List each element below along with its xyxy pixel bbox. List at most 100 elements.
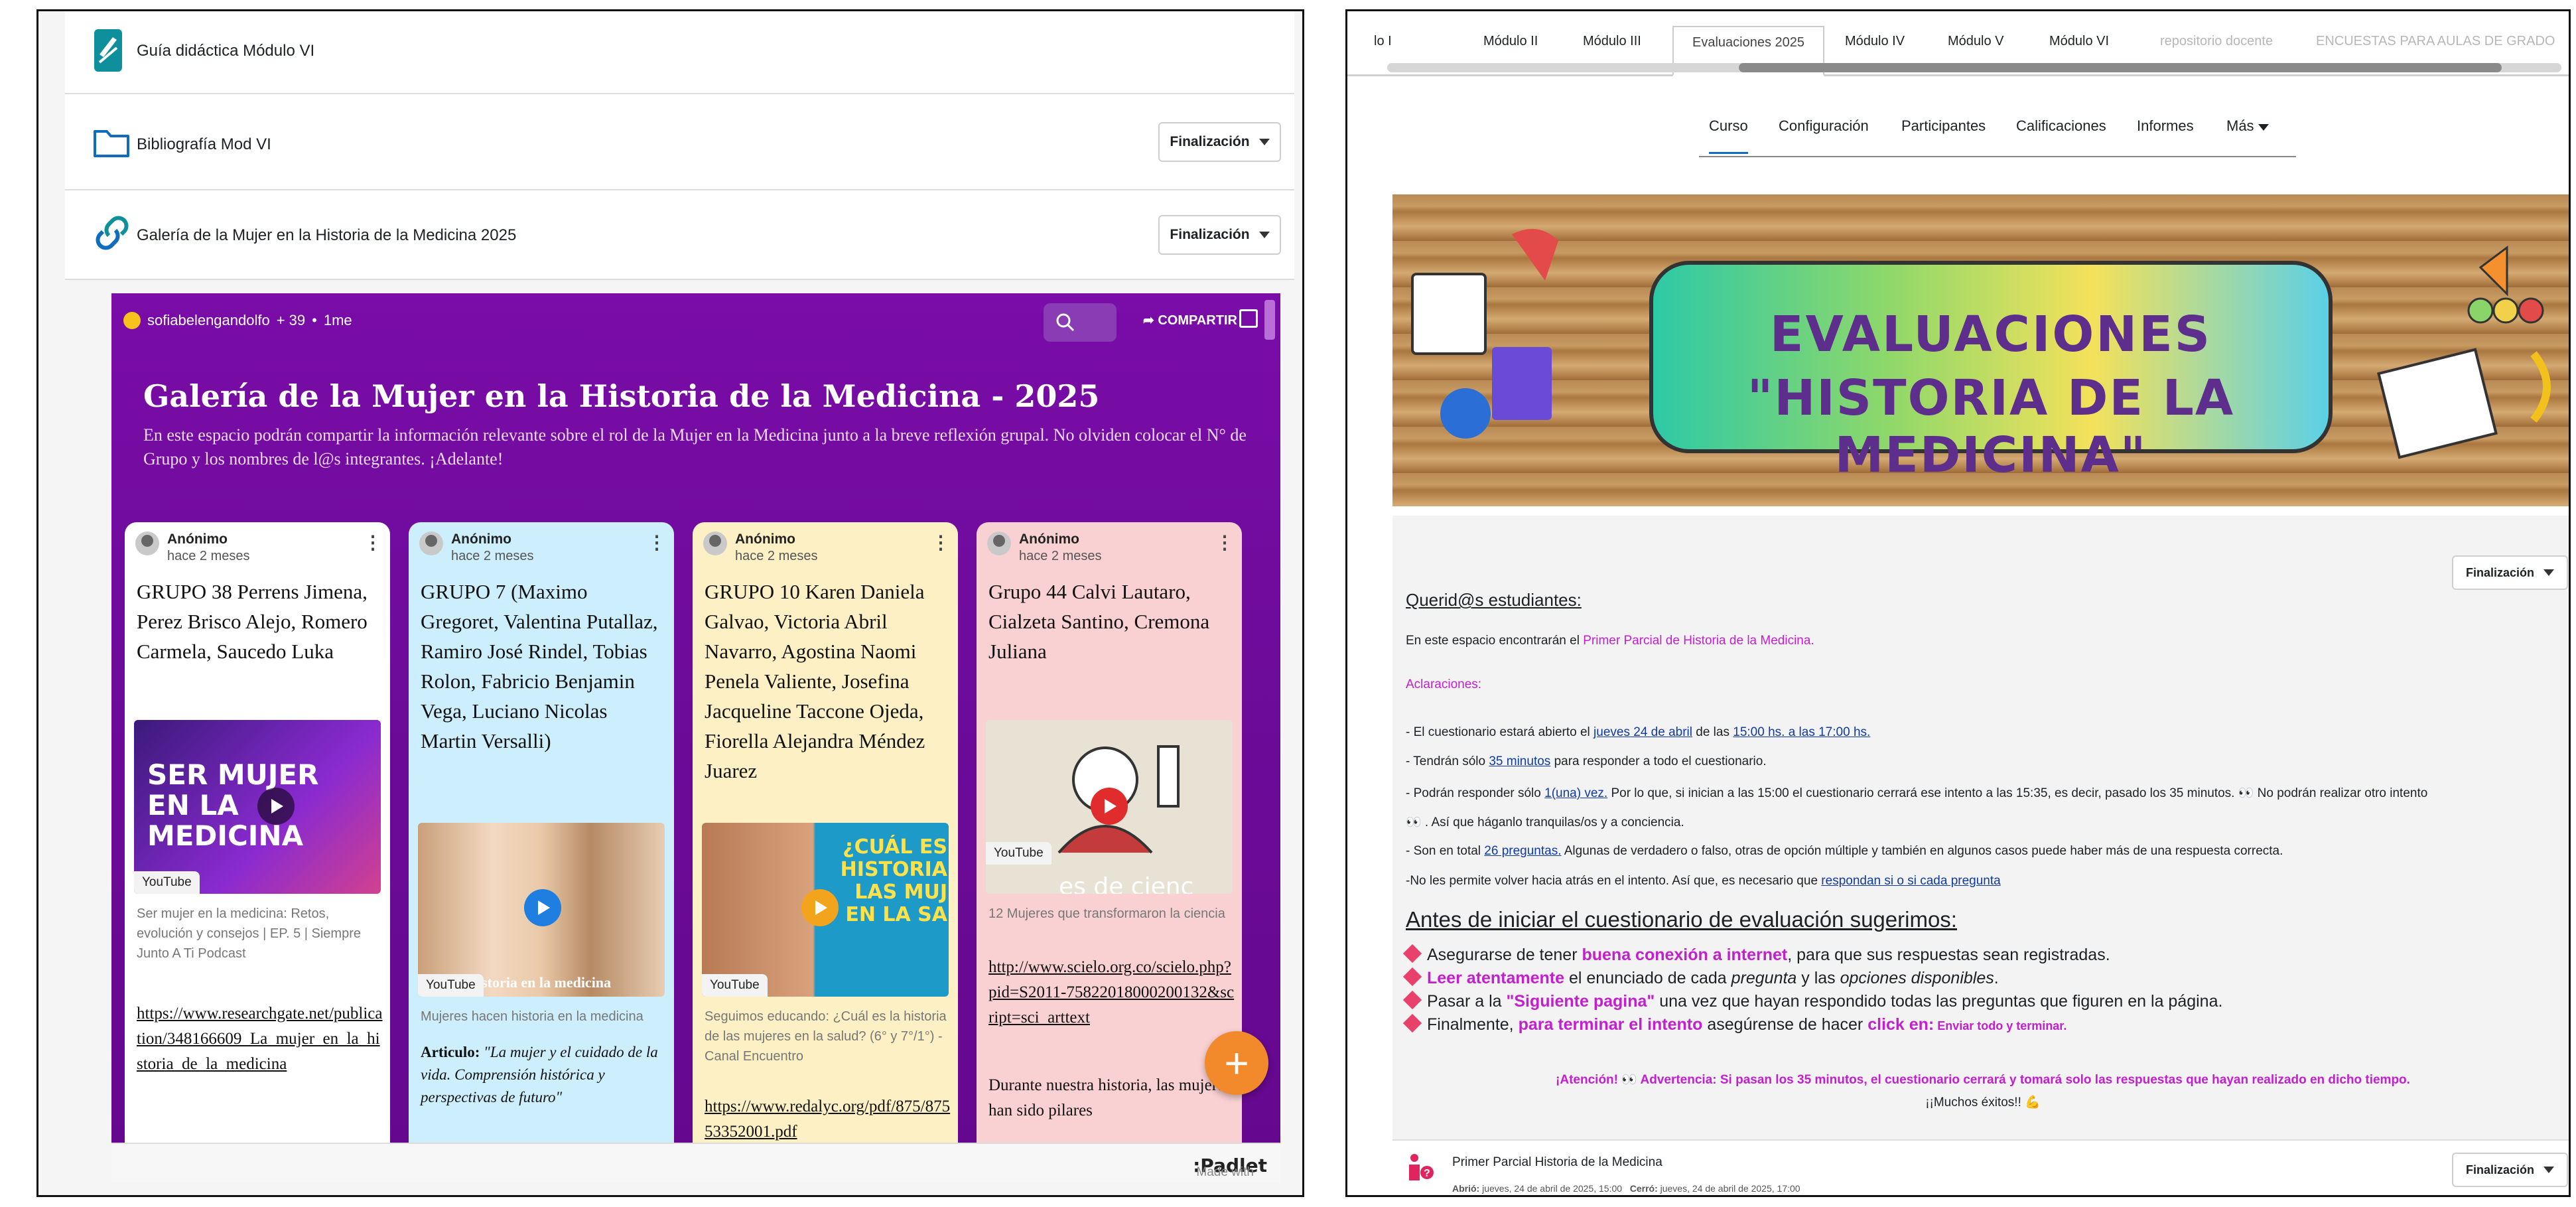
padlet-search-button[interactable] [1044, 303, 1117, 342]
add-post-button[interactable]: + [1205, 1031, 1268, 1095]
s4-a: Finalmente, [1427, 1015, 1519, 1034]
more-options-icon[interactable]: ⋮ [647, 532, 666, 553]
tab-modulo-1[interactable]: lo I [1374, 34, 1392, 49]
play-icon[interactable] [1091, 788, 1128, 825]
video-caption: Seguimos educando: ¿Cuál es la historia … [705, 1009, 947, 1064]
nav-curso[interactable]: Curso [1709, 117, 1748, 154]
rule-4-c: Algunas de verdadero o falso, otras de o… [1561, 844, 2283, 858]
s1-b: buena conexión a internet [1582, 946, 1788, 964]
s4-e: Enviar todo y terminar. [1934, 1019, 2067, 1032]
completion-dropdown[interactable]: Finalización [1158, 122, 1281, 162]
more-options-icon[interactable]: ⋮ [931, 532, 950, 553]
tabs-scrollbar-thumb[interactable] [1739, 63, 2502, 72]
activity-label[interactable]: Guía didáctica Módulo VI [137, 42, 314, 60]
owner-avatar [123, 312, 141, 329]
video-caption: Ser mujer en la medicina: Retos, evoluci… [137, 906, 361, 961]
play-icon[interactable] [257, 788, 295, 825]
caret-down-icon [1258, 139, 1270, 145]
owner-name: sofiabelengandolfo [147, 312, 270, 328]
separator-dot: • [312, 312, 317, 328]
post-author: Anónimo [451, 532, 511, 547]
subnav-divider [1699, 156, 2296, 157]
video-thumbnail[interactable]: ¿CUÁL ES HISTORIA LAS MUJ EN LA SA YouTu… [702, 823, 949, 997]
s2-f: . [1994, 969, 1999, 987]
share-button[interactable]: ➦ COMPARTIR [1143, 312, 1237, 328]
padlet-post[interactable]: Anónimo hace 2 meses ⋮ GRUPO 7 (Maximo Gr… [409, 522, 674, 1143]
banner-title-box: EVALUACIONES "HISTORIA DE LA MEDICINA" [1649, 261, 2333, 484]
play-icon[interactable] [524, 889, 561, 926]
video-caption: 12 Mujeres que transformaron la ciencia [988, 906, 1225, 921]
activity-galeria[interactable]: Galería de la Mujer en la Historia de la… [65, 190, 1294, 280]
nav-calificaciones[interactable]: Calificaciones [2016, 117, 2106, 135]
completion-dropdown[interactable]: Finalización [1158, 215, 1281, 255]
tab-encuestas[interactable]: ENCUESTAS PARA AULAS DE GRADO [2316, 34, 2555, 49]
completion-dropdown[interactable]: Finalización [2452, 1153, 2568, 1187]
rule-5-a: -No les permite volver hacia atrás en el… [1406, 874, 1822, 888]
tab-modulo-3[interactable]: Módulo III [1583, 34, 1641, 49]
tab-modulo-2[interactable]: Módulo II [1483, 34, 1538, 49]
post-author: Anónimo [1019, 532, 1079, 547]
completion-dropdown[interactable]: Finalización [2452, 555, 2568, 590]
tab-repositorio[interactable]: repositorio docente [2160, 34, 2273, 49]
avatar [703, 532, 727, 555]
video-thumbnail[interactable]: es de cienc YouTube [986, 720, 1233, 894]
nav-configuracion[interactable]: Configuración [1779, 117, 1869, 135]
post-body: Durante nuestra historia, las mujeres ha… [988, 1076, 1231, 1119]
intro-b: Primer Parcial de Historia de la Medicin… [1583, 634, 1814, 648]
article-label: Articulo: [421, 1044, 480, 1060]
nav-informes[interactable]: Informes [2137, 117, 2194, 135]
suggestion-4: Finalmente, para terminar el intento ase… [1402, 1013, 2067, 1034]
share-icon: ➦ [1143, 313, 1158, 328]
quiz-activity[interactable]: ? Primer Parcial Historia de la Medicina… [1392, 1139, 2569, 1195]
padlet-scrollbar[interactable] [1264, 300, 1275, 340]
padlet-post[interactable]: Anónimo hace 2 meses ⋮ GRUPO 38 Perrens J… [125, 522, 390, 1143]
tab-modulo-6[interactable]: Módulo VI [2049, 34, 2109, 49]
close-date: jueves, 24 de abril de 2025, 17:00 [1660, 1183, 1800, 1194]
rule-4-b: 26 preguntas. [1484, 844, 1562, 858]
banner-right-illustration [2377, 246, 2551, 459]
padlet-post[interactable]: Anónimo hace 2 meses ⋮ GRUPO 10 Karen Dan… [693, 522, 958, 1143]
activity-label[interactable]: Bibliografía Mod VI [137, 135, 271, 154]
greeting: Querid@s estudiantes: [1406, 590, 1582, 610]
more-options-icon[interactable]: ⋮ [364, 532, 382, 553]
nav-mas-label: Más [2226, 117, 2254, 134]
thumbnail-title: istoria en la medicina [478, 974, 612, 991]
caret-down-icon [2543, 569, 2555, 576]
completion-label: Finalización [1170, 227, 1250, 242]
diamond-bullet-icon [1402, 1013, 1422, 1033]
post-link[interactable]: https://www.researchgate.net/publication… [137, 1001, 383, 1077]
contributors-count: + 39 [276, 312, 306, 328]
s4-c: asegúrense de hacer [1702, 1015, 1868, 1034]
activity-guia[interactable]: Guía didáctica Módulo VI [65, 11, 1294, 94]
diamond-bullet-icon [1402, 990, 1422, 1010]
video-thumbnail[interactable]: istoria en la medicina YouTube [418, 823, 665, 997]
quiz-icon: ? [1409, 1154, 1434, 1180]
post-link[interactable]: https://www.redalyc.org/pdf/875/87553352… [705, 1094, 951, 1143]
padlet-owner[interactable]: sofiabelengandolfo + 39 • 1me [123, 312, 352, 329]
tab-modulo-4[interactable]: Módulo IV [1845, 34, 1905, 49]
open-external-icon[interactable] [1239, 309, 1258, 328]
suggestions-heading: Antes de iniciar el cuestionario de eval… [1406, 907, 1957, 932]
rule-1-b: jueves 24 de abril [1593, 725, 1692, 739]
aclaraciones-heading: Aclaraciones: [1406, 677, 1482, 691]
nav-mas[interactable]: Más [2226, 117, 2269, 135]
play-icon[interactable] [801, 889, 839, 926]
rule-2-a: - Tendrán sólo [1406, 754, 1489, 768]
s1-a: Asegurarse de tener [1427, 946, 1582, 964]
activity-label[interactable]: Galería de la Mujer en la Historia de la… [137, 226, 516, 245]
rule-4-a: - Son en total [1406, 844, 1485, 858]
more-options-icon[interactable]: ⋮ [1215, 532, 1234, 553]
video-thumbnail[interactable]: SER MUJER EN LA MEDICINA YouTube [134, 720, 381, 894]
rule-1-d: 15:00 hs. a las 17:00 hs. [1733, 725, 1871, 739]
thumbnail-title: es de cienc [1059, 873, 1194, 894]
rule-1-c: de las [1692, 725, 1733, 739]
search-icon [1056, 313, 1075, 332]
padlet-post[interactable]: Anónimo hace 2 meses ⋮ Grupo 44 Calvi Lau… [977, 522, 1242, 1143]
activity-bibliografia[interactable]: Bibliografía Mod VI Finalización [65, 94, 1294, 190]
caret-down-icon [2258, 124, 2269, 131]
nav-participantes[interactable]: Participantes [1901, 117, 1986, 135]
tab-modulo-5[interactable]: Módulo V [1948, 34, 2004, 49]
quiz-title[interactable]: Primer Parcial Historia de la Medicina [1452, 1155, 1662, 1170]
padlet-embed[interactable]: sofiabelengandolfo + 39 • 1me ➦ COMPARTI… [111, 293, 1280, 1143]
post-link[interactable]: http://www.scielo.org.co/scielo.php?pid=… [988, 955, 1235, 1030]
